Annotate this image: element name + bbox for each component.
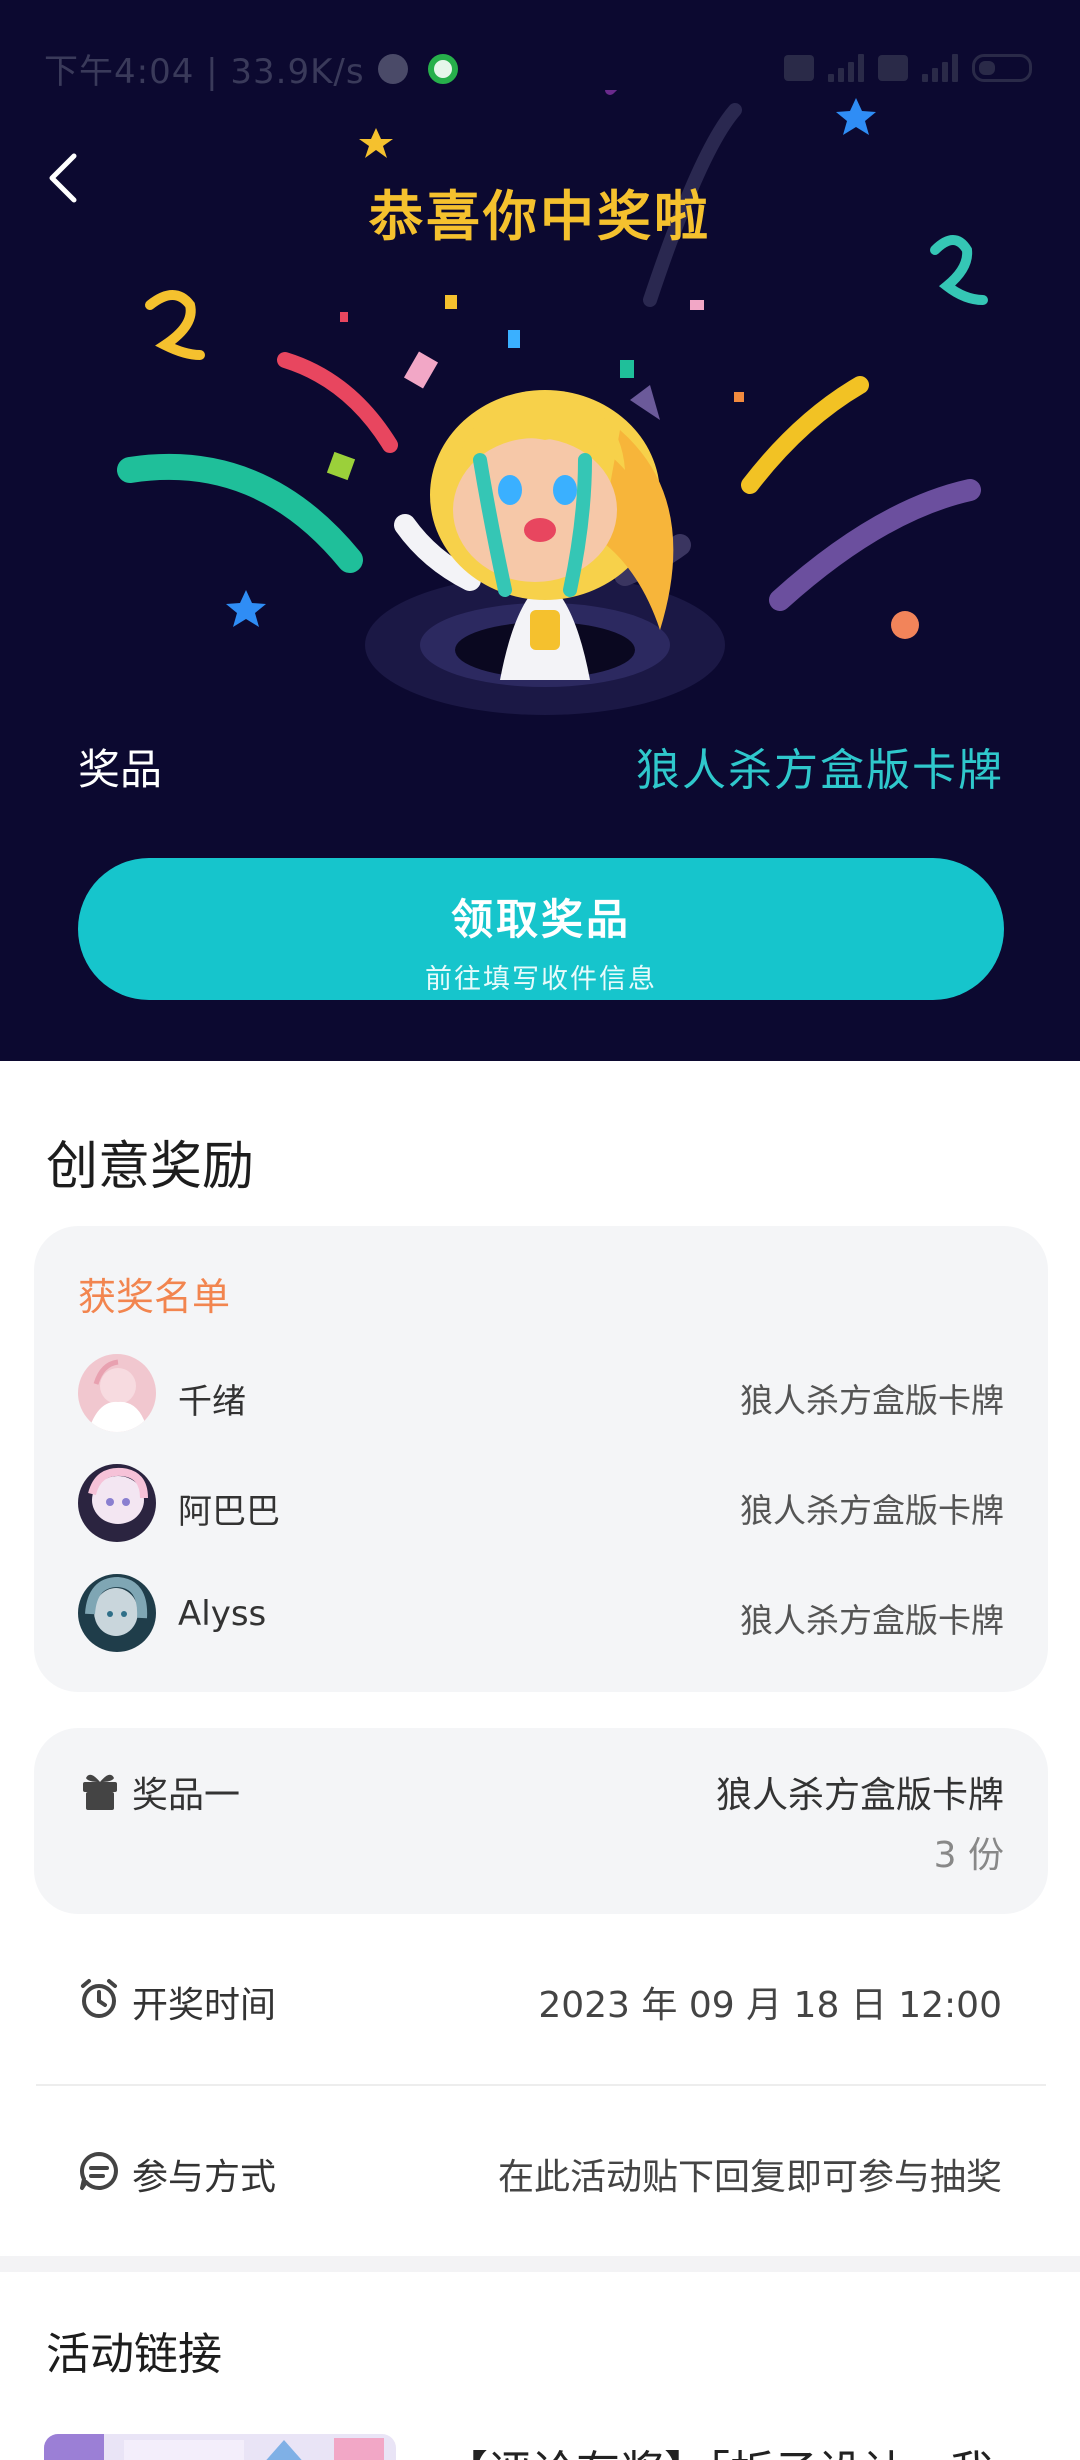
- winner-name: Alyss: [178, 1594, 267, 1634]
- winner-name: 千绪: [178, 1382, 246, 1422]
- hd-icon: [784, 55, 814, 81]
- claim-prize-button[interactable]: 领取奖品 前往填写收件信息: [78, 858, 1004, 1000]
- winner-row[interactable]: 阿巴巴 狼人杀方盒版卡牌: [78, 1464, 1004, 1544]
- prize-item-card: 奖品一 狼人杀方盒版卡牌 3 份: [34, 1728, 1048, 1914]
- activity-link-thumbnail[interactable]: [44, 2434, 396, 2460]
- winner-prize: 狼人杀方盒版卡牌: [740, 1381, 1004, 1420]
- divider: [36, 2084, 1046, 2086]
- alarm-clock-icon: [81, 1979, 117, 2018]
- reward-section-title: 创意奖励: [46, 1137, 255, 1197]
- status-time: 下午4:04 | 33.9K/s: [44, 52, 365, 92]
- winner-name: 阿巴巴: [178, 1492, 280, 1532]
- comment-icon: [80, 2152, 118, 2190]
- draw-time-value: 2023 年 09 月 18 日 12:00: [538, 1985, 1002, 2026]
- signal-icon-2: [922, 54, 958, 82]
- section-separator: [0, 2256, 1080, 2272]
- status-bar: 下午4:04 | 33.9K/s: [0, 44, 1080, 92]
- winner-prize: 狼人杀方盒版卡牌: [740, 1491, 1004, 1530]
- participation-label: 参与方式: [132, 2157, 277, 2198]
- activity-link-item[interactable]: 【评论有奖】「折子设计」我: [444, 2436, 994, 2460]
- battery-icon: [972, 54, 1032, 82]
- hero-banner: 下午4:04 | 33.9K/s 恭喜你中奖啦 奖品 狼人杀方盒版卡牌 领取奖品…: [0, 0, 1080, 1061]
- avatar: [78, 1574, 156, 1652]
- claim-prize-label: 领取奖品: [450, 895, 631, 944]
- prize-label: 奖品: [78, 745, 163, 794]
- claim-prize-sublabel: 前往填写收件信息: [425, 964, 657, 995]
- activity-link-title: 活动链接: [46, 2329, 222, 2380]
- page-title: 恭喜你中奖啦: [369, 185, 711, 248]
- gift-icon: [83, 1774, 117, 1810]
- winners-title: 获奖名单: [78, 1275, 231, 1319]
- draw-time-label: 开奖时间: [132, 1985, 277, 2026]
- prize-item-quantity: 3 份: [933, 1835, 1004, 1876]
- avatar: [78, 1464, 156, 1542]
- hd-icon-2: [878, 55, 908, 81]
- avatar: [78, 1354, 156, 1432]
- prize-item-name: 狼人杀方盒版卡牌: [715, 1775, 1004, 1816]
- whatsapp-icon: [428, 54, 458, 84]
- winner-row[interactable]: Alyss 狼人杀方盒版卡牌: [78, 1574, 1004, 1654]
- winners-card: 获奖名单 千绪 狼人杀方盒版卡牌 阿巴巴 狼人杀方盒版卡牌 Alyss 狼人杀方…: [34, 1226, 1048, 1692]
- winner-prize: 狼人杀方盒版卡牌: [740, 1601, 1004, 1640]
- prize-name: 狼人杀方盒版卡牌: [636, 745, 1004, 796]
- signal-icon: [828, 54, 864, 82]
- prize-item-label: 奖品一: [132, 1775, 241, 1816]
- winner-row[interactable]: 千绪 狼人杀方盒版卡牌: [78, 1354, 1004, 1434]
- participation-value: 在此活动贴下回复即可参与抽奖: [497, 2157, 1002, 2198]
- app-notification-icon: [378, 54, 408, 84]
